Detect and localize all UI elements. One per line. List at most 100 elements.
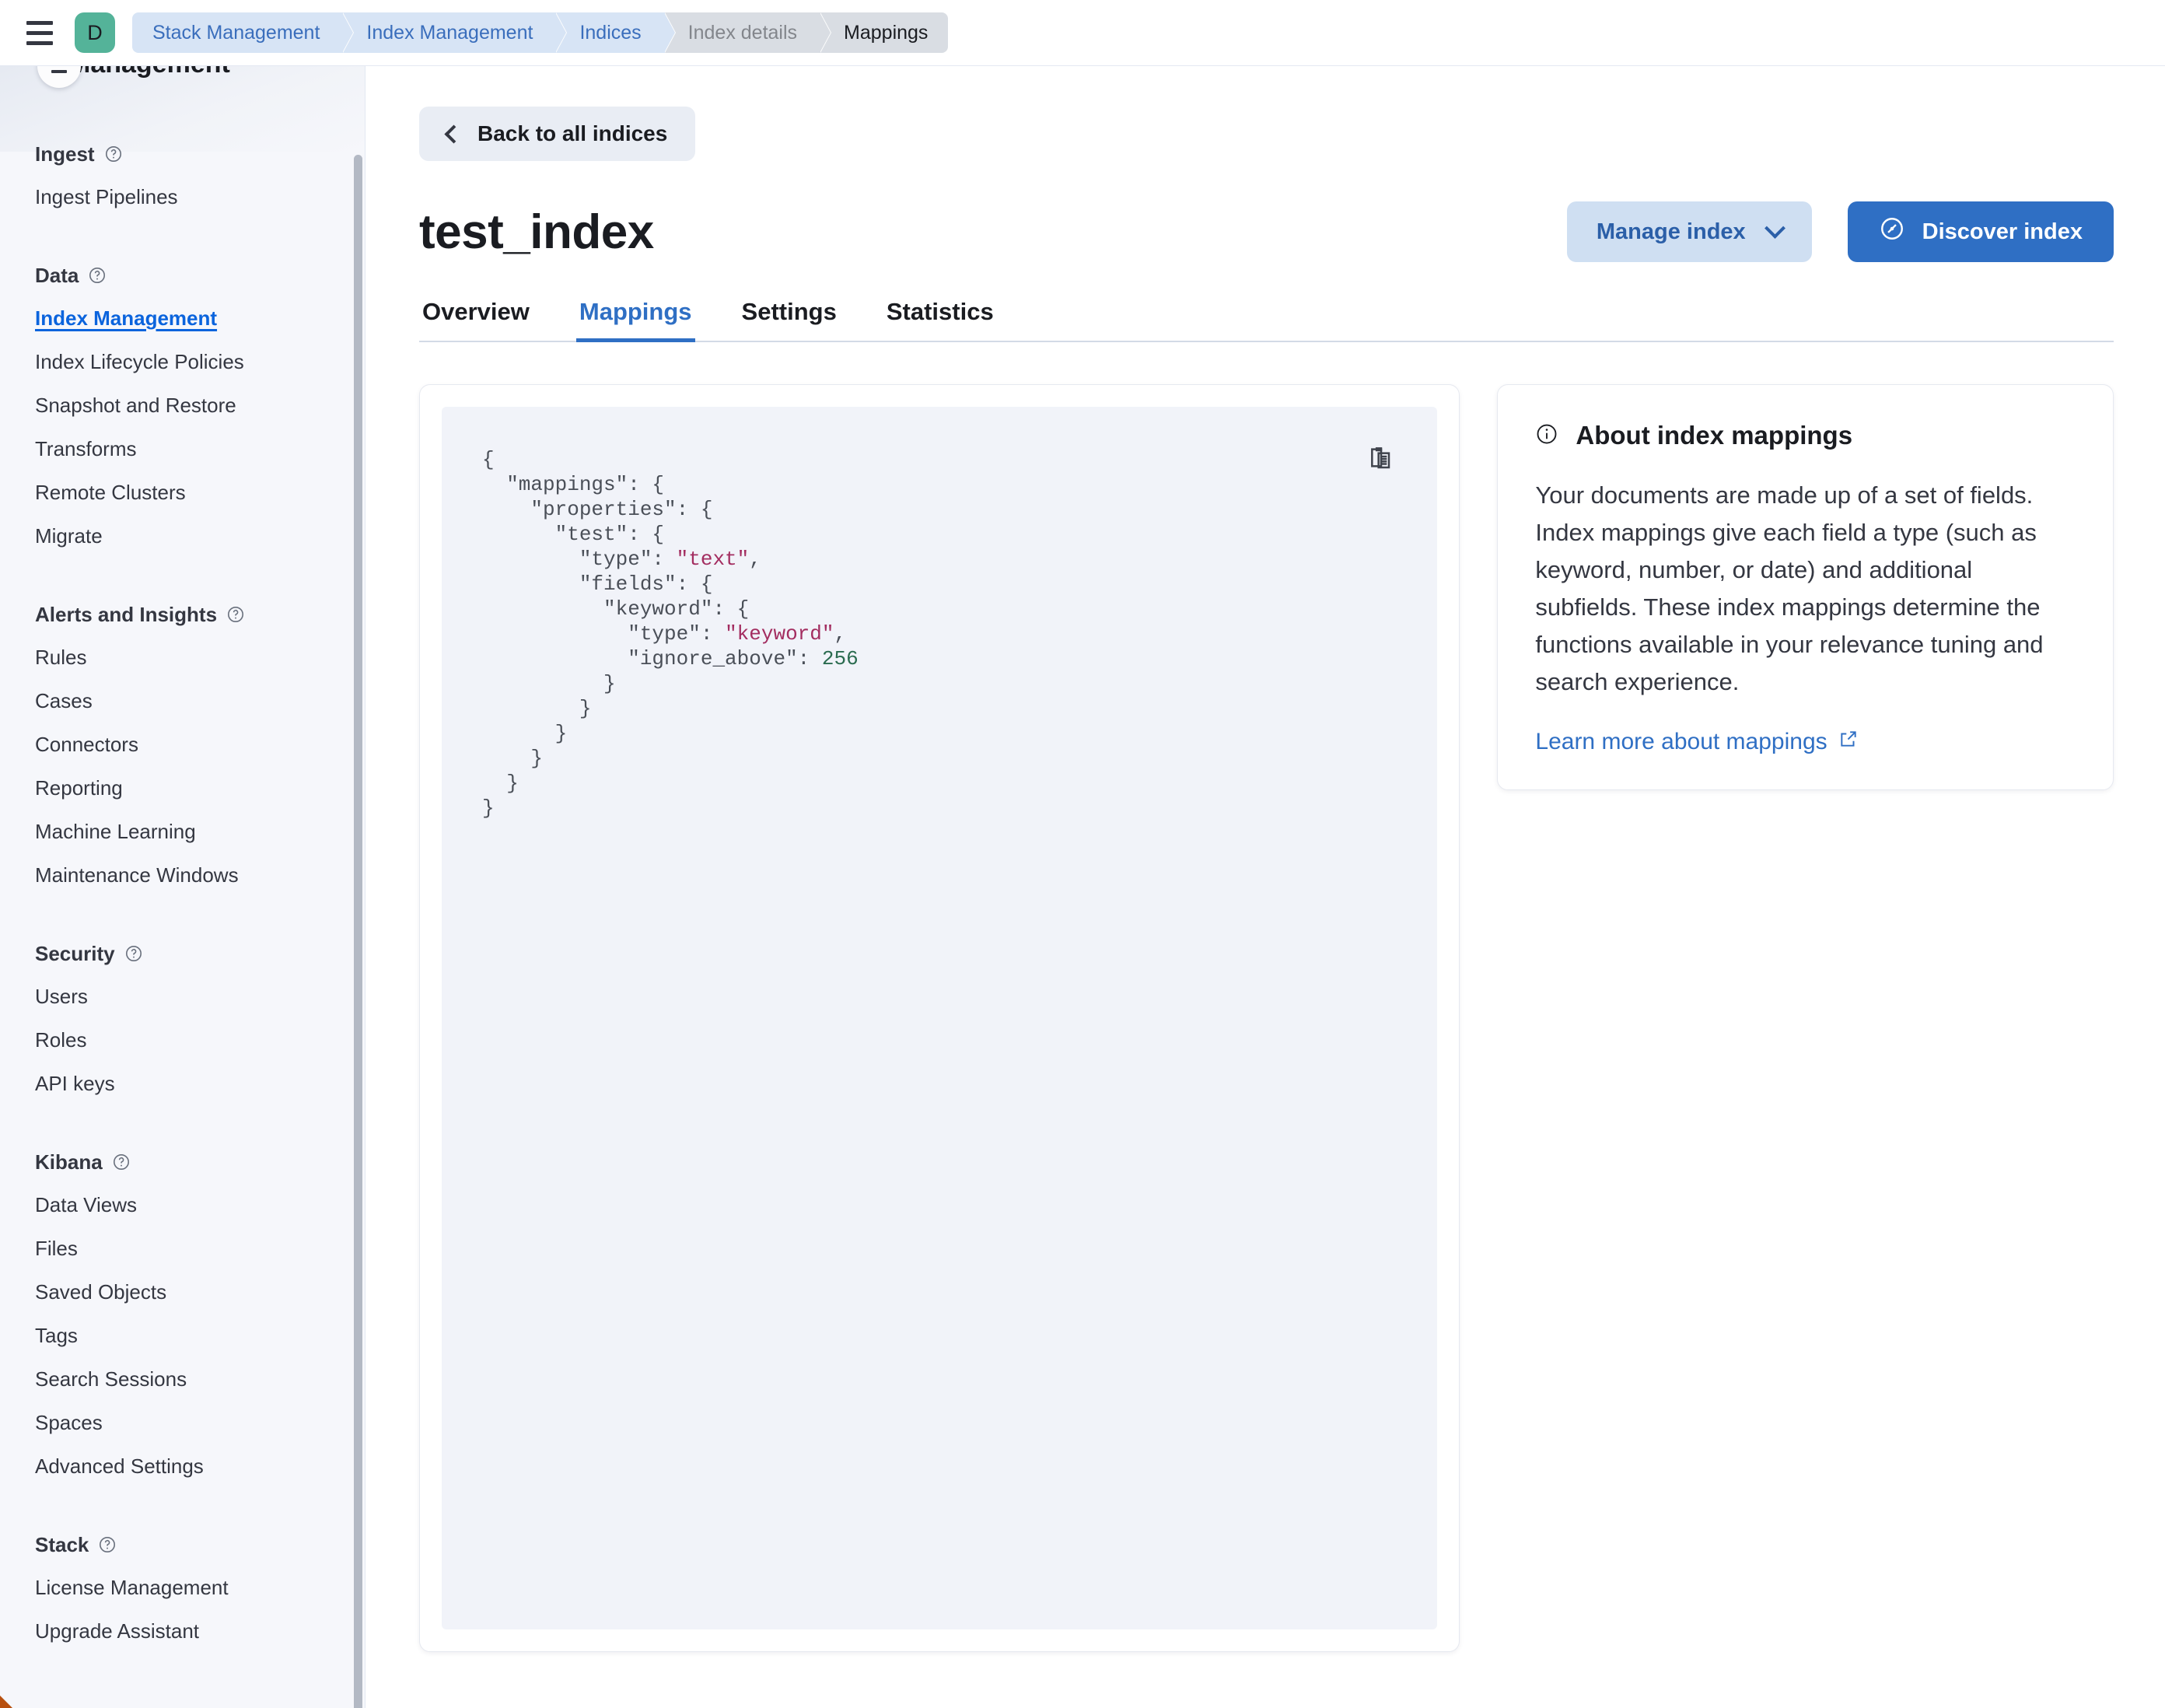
nav-group-stack: Stack License Management Upgrade Assistant [0, 1524, 365, 1653]
nav-group-title: Security [0, 933, 365, 975]
breadcrumb-item-index-details: Index details [664, 12, 831, 53]
tab-overview[interactable]: Overview [419, 298, 533, 342]
mappings-json-code[interactable]: { "mappings": { "properties": { "test": … [482, 447, 1437, 821]
sidebar-item-roles[interactable]: Roles [0, 1018, 365, 1062]
sidebar-item-snapshot-and-restore[interactable]: Snapshot and Restore [0, 383, 365, 427]
nav-group-kibana: Kibana Data Views Files Saved Objects Tags Se… [0, 1141, 365, 1488]
sidebar-item-files[interactable]: Files [0, 1227, 365, 1270]
chevron-left-icon [444, 124, 463, 144]
breadcrumb-label: Index Management [366, 21, 533, 44]
collapse-icon [51, 70, 67, 73]
back-button-label: Back to all indices [477, 121, 668, 145]
breadcrumb-item-stack-management[interactable]: Stack Management [132, 12, 354, 53]
nav-group-spacer [0, 1111, 365, 1141]
nav-group-label: Data [35, 263, 79, 287]
learn-more-about-mappings-link[interactable]: Learn more about mappings [1535, 729, 1858, 755]
hamburger-menu-icon[interactable] [22, 15, 58, 51]
sidebar-item-tags[interactable]: Tags [0, 1314, 365, 1357]
copy-clipboard-icon[interactable] [1366, 444, 1397, 475]
mappings-code-panel: { "mappings": { "properties": { "test": … [419, 384, 1460, 1652]
breadcrumb: Stack Management Index Management Indices I… [132, 12, 949, 53]
about-index-mappings-panel: About index mappings Your documents are … [1497, 384, 2114, 790]
nav-group-ingest: Ingest Ingest Pipelines [0, 133, 365, 219]
sidebar-item-license-management[interactable]: License Management [0, 1566, 365, 1609]
about-panel-title: About index mappings [1576, 421, 1853, 450]
page-title: test_index [419, 205, 654, 259]
nav-group-label: Alerts and Insights [35, 602, 218, 626]
sidebar-item-data-views[interactable]: Data Views [0, 1183, 365, 1227]
sidebar-item-api-keys[interactable]: API keys [0, 1062, 365, 1105]
breadcrumb-label: Index details [687, 21, 798, 44]
sidebar-item-index-lifecycle-policies[interactable]: Index Lifecycle Policies [0, 340, 365, 383]
nav-group-title: Ingest [0, 133, 365, 175]
sidebar-item-users[interactable]: Users [0, 975, 365, 1018]
manage-index-label: Manage index [1596, 219, 1746, 244]
discover-index-button[interactable]: Discover index [1847, 201, 2114, 262]
learn-more-label: Learn more about mappings [1535, 729, 1827, 754]
nav-group-data: Data Index Management Index Lifecycle Poli… [0, 254, 365, 558]
breadcrumb-item-indices[interactable]: Indices [556, 12, 675, 53]
about-panel-body: Your documents are made up of a set of f… [1535, 481, 2044, 695]
nav-group-label: Ingest [35, 142, 95, 166]
title-actions: Manage index Discover index [1566, 201, 2114, 262]
sidebar-item-search-sessions[interactable]: Search Sessions [0, 1357, 365, 1401]
nav-group-title: Alerts and Insights [0, 593, 365, 635]
sidebar-scroll-area[interactable]: Ingest Ingest Pipelines Data Index Manageme… [0, 66, 365, 1708]
tab-settings[interactable]: Settings [739, 298, 840, 342]
avatar[interactable]: D [75, 12, 115, 53]
hamburger-bar [26, 30, 53, 35]
info-circle-icon [1535, 422, 1558, 450]
nav-group-title: Data [0, 254, 365, 296]
nav-group-spacer [0, 225, 365, 254]
sidebar-item-advanced-settings[interactable]: Advanced Settings [0, 1444, 365, 1488]
sidebar-item-rules[interactable]: Rules [0, 635, 365, 679]
sidebar-scrollbar[interactable] [354, 155, 362, 1708]
back-to-all-indices-button[interactable]: Back to all indices [419, 107, 696, 161]
external-link-icon [1838, 729, 1859, 755]
help-circle-icon[interactable] [98, 1535, 117, 1554]
main-content: Back to all indices test_index Manage in… [366, 66, 2165, 1708]
help-circle-icon[interactable] [124, 944, 143, 963]
sidebar-item-cases[interactable]: Cases [0, 679, 365, 723]
chevron-down-icon [1764, 218, 1786, 239]
tab-mappings[interactable]: Mappings [575, 298, 695, 342]
nav-group-title: Kibana [0, 1141, 365, 1183]
help-circle-icon[interactable] [226, 605, 245, 624]
nav-group-label: Kibana [35, 1150, 103, 1174]
breadcrumb-label: Stack Management [152, 21, 320, 44]
sidebar-item-upgrade-assistant[interactable]: Upgrade Assistant [0, 1609, 365, 1653]
sidebar: Management IngestIngest PipelinesDataInd… [0, 66, 365, 1708]
nav-group-label: Security [35, 941, 115, 965]
tab-statistics[interactable]: Statistics [883, 298, 997, 342]
breadcrumb-item-index-management[interactable]: Index Management [343, 12, 567, 53]
sidebar-item-saved-objects[interactable]: Saved Objects [0, 1270, 365, 1314]
sidebar-item-transforms[interactable]: Transforms [0, 427, 365, 471]
breadcrumb-label: Indices [579, 21, 642, 44]
manage-index-button[interactable]: Manage index [1566, 201, 1812, 262]
nav-group-security: Security Users Roles API keys [0, 933, 365, 1105]
sidebar-item-reporting[interactable]: Reporting [0, 766, 365, 810]
help-circle-icon[interactable] [104, 145, 123, 163]
nav-group-alerts-and-insights: Alerts and Insights Rules Cases Connectors R… [0, 593, 365, 897]
code-surface: { "mappings": { "properties": { "test": … [442, 407, 1438, 1629]
title-row: test_index Manage index Discover index [419, 201, 2114, 262]
sidebar-item-migrate[interactable]: Migrate [0, 514, 365, 558]
nav-group-spacer [0, 564, 365, 593]
discover-index-label: Discover index [1922, 219, 2083, 244]
breadcrumb-label: Mappings [844, 21, 929, 44]
corner-marker [0, 1696, 12, 1708]
help-circle-icon[interactable] [112, 1153, 131, 1171]
hamburger-bar [26, 20, 53, 25]
hamburger-bar [26, 40, 53, 45]
sidebar-item-ingest-pipelines[interactable]: Ingest Pipelines [0, 175, 365, 219]
sidebar-item-spaces[interactable]: Spaces [0, 1401, 365, 1444]
nav-group-label: Stack [35, 1532, 89, 1556]
sidebar-item-maintenance-windows[interactable]: Maintenance Windows [0, 853, 365, 897]
sidebar-item-machine-learning[interactable]: Machine Learning [0, 810, 365, 853]
content-panels: { "mappings": { "properties": { "test": … [419, 384, 2114, 1652]
nav-group-spacer [0, 1494, 365, 1524]
help-circle-icon[interactable] [88, 266, 107, 285]
sidebar-item-connectors[interactable]: Connectors [0, 723, 365, 766]
sidebar-item-remote-clusters[interactable]: Remote Clusters [0, 471, 365, 514]
sidebar-item-index-management[interactable]: Index Management [0, 296, 365, 340]
